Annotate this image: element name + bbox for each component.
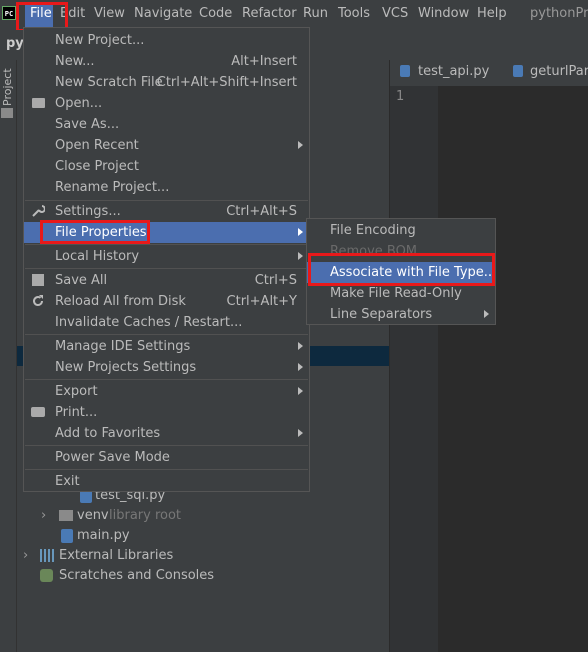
file-menu-dropdown: New Project... New... Alt+Insert New Scra… bbox=[23, 27, 310, 492]
tab-test-api[interactable]: test_api.py bbox=[418, 64, 489, 79]
libraries-icon bbox=[40, 549, 54, 562]
left-tool-strip bbox=[0, 60, 17, 652]
menu-item-reload-all[interactable]: Reload All from Disk Ctrl+Alt+Y bbox=[24, 291, 309, 312]
print-icon bbox=[31, 407, 45, 417]
annotation-box-file-properties bbox=[40, 220, 150, 244]
chevron-right-icon[interactable]: › bbox=[23, 546, 28, 566]
tree-item-scratches[interactable]: Scratches and Consoles bbox=[59, 566, 214, 586]
save-icon bbox=[32, 274, 44, 286]
folder-icon bbox=[32, 98, 45, 108]
menu-navigate[interactable]: Navigate bbox=[134, 6, 192, 21]
menu-item-open-recent[interactable]: Open Recent bbox=[24, 135, 309, 156]
menu-separator bbox=[25, 379, 308, 380]
tree-item-external-libraries[interactable]: External Libraries bbox=[59, 546, 173, 566]
menu-refactor[interactable]: Refactor bbox=[242, 6, 297, 21]
submenu-arrow-icon bbox=[298, 363, 303, 371]
menu-separator bbox=[25, 469, 308, 470]
menu-item-save-all[interactable]: Save All Ctrl+S bbox=[24, 270, 309, 291]
submenu-arrow-icon bbox=[298, 387, 303, 395]
menu-item-new[interactable]: New... Alt+Insert bbox=[24, 51, 309, 72]
folder-icon bbox=[1, 108, 13, 118]
window-title: pythonPro bbox=[530, 6, 588, 21]
menu-item-save-as[interactable]: Save As... bbox=[24, 114, 309, 135]
editor-gutter bbox=[390, 86, 438, 652]
code-editor[interactable] bbox=[438, 86, 588, 652]
menu-item-open[interactable]: Open... bbox=[24, 93, 309, 114]
chevron-right-icon[interactable]: › bbox=[41, 506, 46, 526]
menu-item-new-project[interactable]: New Project... bbox=[24, 30, 309, 51]
folder-icon bbox=[59, 510, 73, 521]
scratches-icon bbox=[40, 569, 53, 582]
submenu-arrow-icon bbox=[298, 342, 303, 350]
python-file-icon bbox=[400, 65, 410, 77]
menu-tools[interactable]: Tools bbox=[338, 6, 370, 21]
project-tool-tab[interactable]: Project bbox=[0, 64, 16, 108]
submenu-item-file-encoding[interactable]: File Encoding bbox=[307, 220, 495, 241]
submenu-item-line-separators[interactable]: Line Separators bbox=[307, 304, 495, 325]
tree-item-venv-note: library root bbox=[109, 508, 182, 523]
menu-view[interactable]: View bbox=[94, 6, 125, 21]
menu-item-exit[interactable]: Exit bbox=[24, 471, 309, 492]
menu-separator bbox=[25, 244, 308, 245]
menu-window[interactable]: Window bbox=[418, 6, 469, 21]
menu-item-export[interactable]: Export bbox=[24, 381, 309, 402]
menu-item-rename-project[interactable]: Rename Project... bbox=[24, 177, 309, 198]
tab-geturlpara[interactable]: geturlPara bbox=[530, 64, 588, 79]
menu-item-new-scratch-file[interactable]: New Scratch File Ctrl+Alt+Shift+Insert bbox=[24, 72, 309, 93]
tree-item-venv[interactable]: venv bbox=[77, 506, 109, 526]
python-file-icon bbox=[61, 529, 73, 543]
submenu-arrow-icon bbox=[298, 252, 303, 260]
menu-item-close-project[interactable]: Close Project bbox=[24, 156, 309, 177]
menu-code[interactable]: Code bbox=[199, 6, 232, 21]
python-file-icon bbox=[513, 65, 523, 77]
menu-separator bbox=[25, 334, 308, 335]
menu-run[interactable]: Run bbox=[303, 6, 328, 21]
annotation-box-associate bbox=[308, 253, 495, 286]
menu-separator bbox=[25, 445, 308, 446]
tree-item-main[interactable]: main.py bbox=[77, 526, 130, 546]
pycharm-logo-icon: PC bbox=[2, 6, 16, 20]
menu-item-local-history[interactable]: Local History bbox=[24, 246, 309, 267]
menu-separator bbox=[25, 268, 308, 269]
menu-vcs[interactable]: VCS bbox=[382, 6, 408, 21]
menu-item-new-projects-settings[interactable]: New Projects Settings bbox=[24, 357, 309, 378]
wrench-icon bbox=[31, 204, 46, 218]
submenu-arrow-icon bbox=[298, 429, 303, 437]
submenu-item-make-read-only[interactable]: Make File Read-Only bbox=[307, 283, 495, 304]
submenu-arrow-icon bbox=[484, 310, 489, 318]
submenu-arrow-icon bbox=[298, 228, 303, 236]
menu-item-add-to-favorites[interactable]: Add to Favorites bbox=[24, 423, 309, 444]
menu-item-power-save-mode[interactable]: Power Save Mode bbox=[24, 447, 309, 468]
menu-help[interactable]: Help bbox=[477, 6, 507, 21]
submenu-arrow-icon bbox=[298, 141, 303, 149]
menu-item-settings[interactable]: Settings... Ctrl+Alt+S bbox=[24, 201, 309, 222]
menu-item-manage-ide-settings[interactable]: Manage IDE Settings bbox=[24, 336, 309, 357]
menu-item-invalidate-caches[interactable]: Invalidate Caches / Restart... bbox=[24, 312, 309, 333]
line-number: 1 bbox=[396, 89, 405, 104]
reload-icon bbox=[31, 294, 45, 308]
menu-item-print[interactable]: Print... bbox=[24, 402, 309, 423]
